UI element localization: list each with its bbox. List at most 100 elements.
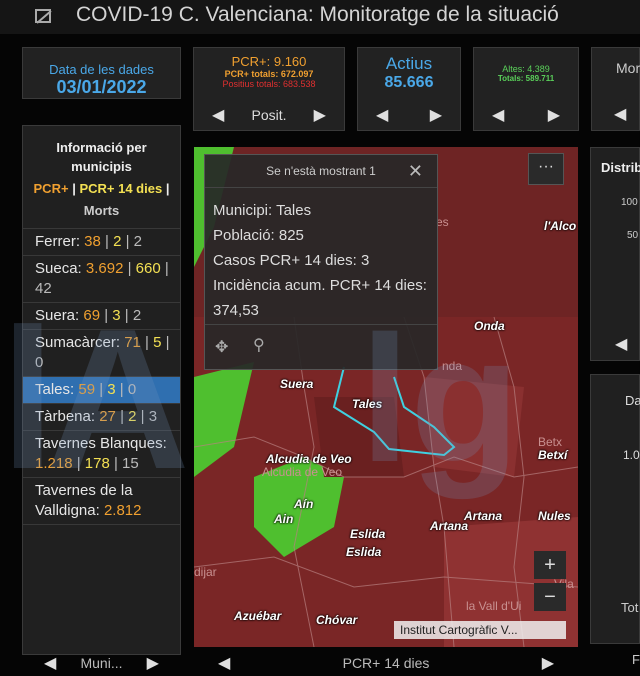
list-title: Informació per municipis [56, 140, 147, 174]
map-place-label: Alcudia de Veo [266, 452, 352, 466]
list-legend: PCR+ | PCR+ 14 dies | [23, 178, 180, 200]
pcr-count: 38 [84, 233, 101, 250]
altes-card: Altes: 4.389 Totals: 589.711 ◀ ▶ [473, 47, 579, 131]
separator: | [140, 334, 154, 351]
separator: | [123, 260, 136, 277]
map-place-label: Eslida [350, 527, 386, 541]
list-item[interactable]: Tavernes de la Valldigna: 2.812 [23, 478, 180, 525]
pcr-total: PCR+ totals: 672.097 [224, 69, 314, 79]
morts-count: 2 [132, 307, 142, 324]
separator: | [95, 381, 108, 398]
prev-arrow-icon[interactable]: ◀ [615, 334, 627, 354]
separator: | [109, 455, 123, 472]
legend-pcr: PCR+ [33, 181, 69, 196]
municipality-list: Informació per municipis PCR+ | PCR+ 14 … [22, 125, 181, 655]
next-arrow-icon[interactable]: ▶ [542, 653, 554, 673]
close-icon[interactable]: ✕ [408, 155, 423, 187]
municipality-name: Tales: [35, 381, 79, 398]
separator: | [161, 334, 170, 351]
data-title: Da [625, 393, 640, 408]
next-arrow-icon[interactable]: ▶ [314, 105, 326, 125]
list-nav-label: Muni... [80, 655, 123, 671]
map-place-label: nda [442, 359, 463, 373]
pcr-nav-label: Posit. [251, 107, 287, 123]
map-place-label: Alcudia de Veo [262, 465, 343, 479]
pcr-count: 71 [124, 334, 141, 351]
prev-arrow-icon[interactable]: ◀ [376, 105, 388, 125]
data-value: 1.0 [623, 448, 640, 462]
next-arrow-icon[interactable]: ▶ [548, 105, 560, 125]
map-place-label: Suera [280, 377, 314, 391]
list-item[interactable]: Sumacàrcer: 71 | 5 | 0 [23, 330, 180, 377]
map-place-label: Onda [474, 319, 505, 333]
prev-arrow-icon[interactable]: ◀ [218, 653, 230, 673]
positius-total: Positius totals: 683.538 [222, 79, 316, 89]
next-arrow-icon[interactable]: ▶ [430, 105, 442, 125]
map-place-label: Azuébar [234, 609, 282, 623]
prev-arrow-icon[interactable]: ◀ [212, 105, 224, 125]
list-item[interactable]: Tavernes Blanques: 1.218 | 178 | 15 [23, 431, 180, 478]
separator: | [72, 455, 85, 472]
date-value: 03/01/2022 [56, 77, 147, 97]
municipality-name: Sueca: [35, 260, 86, 277]
map-place-label: Chóvar [316, 613, 358, 627]
prev-arrow-icon[interactable]: ◀ [492, 105, 504, 125]
list-item[interactable]: Ferrer: 38 | 2 | 2 [23, 229, 180, 256]
popup-header-text: Se n'està mostrant 1 [266, 164, 376, 178]
pcr-count: 2.812 [103, 502, 142, 519]
zoom-in-button[interactable]: + [534, 551, 566, 579]
prev-arrow-icon[interactable]: ◀ [44, 653, 56, 673]
morts-count: 0 [127, 381, 137, 398]
legend-pcr14: PCR+ 14 dies [79, 181, 163, 196]
zoom-to-icon[interactable]: ⚲ [253, 335, 265, 355]
morts-count: 42 [35, 280, 52, 297]
map-menu-button[interactable]: ··· [528, 153, 564, 185]
tick-50: 50 [627, 230, 639, 241]
list-items: Ferrer: 38 | 2 | 2 Sueca: 3.692 | 660 | 4… [23, 229, 180, 525]
map-place-label: Eslida [346, 545, 382, 559]
pcr-count: 69 [83, 307, 101, 324]
list-item[interactable]: Suera: 69 | 3 | 2 [23, 303, 180, 330]
legend-morts: Morts [23, 200, 180, 229]
pcr-value: PCR+: 9.160 [231, 54, 307, 69]
zoom-out-button[interactable]: − [534, 583, 566, 611]
legend-separator: | [165, 181, 170, 196]
map-place-label: la Vall d'Ui [466, 599, 522, 613]
prev-arrow-icon[interactable]: ◀ [614, 104, 626, 124]
popup-casos: Casos PCR+ 14 dies: 3 [213, 252, 370, 269]
move-icon[interactable]: ✥ [215, 337, 228, 357]
actius-card: Actius 85.666 ◀ ▶ [357, 47, 461, 131]
map-place-label: Betxí [538, 448, 568, 462]
map-attribution: Institut Cartogràfic V... [394, 621, 566, 639]
map-place-label: Aín [294, 497, 314, 511]
total-tab[interactable]: Tot [621, 600, 638, 615]
right-nav-label: F [632, 652, 640, 667]
pcr14-count: 178 [84, 455, 110, 472]
data-panel: Da 1.0 Tot [590, 374, 640, 644]
map-place-label: l'Alco [544, 219, 577, 233]
pcr-card: PCR+: 9.160 PCR+ totals: 672.097 Positiu… [193, 47, 345, 131]
separator: | [121, 233, 134, 250]
pcr14-count: 3 [112, 307, 121, 324]
next-arrow-icon[interactable]: ▶ [147, 653, 159, 673]
morts-count: 0 [35, 354, 44, 371]
municipality-name: Ferrer: [35, 233, 85, 250]
morts-count: 15 [122, 455, 139, 472]
altes-total: Totals: 589.711 [497, 74, 555, 83]
separator: | [120, 307, 133, 324]
list-item[interactable]: Tales: 59 | 3 | 0 [23, 377, 180, 404]
pcr-count: 1.218 [35, 455, 73, 472]
map-place-label: Tales [352, 397, 383, 411]
distribution-panel: Distrib 100 50 ◀ [590, 147, 640, 361]
municipality-name: Tàrbena: [35, 408, 100, 425]
pcr-count: 59 [78, 381, 96, 398]
actius-value: 85.666 [384, 74, 434, 91]
separator: | [136, 408, 149, 425]
morts-label: Mor [616, 60, 640, 76]
popup-poblacio: Població: 825 [213, 227, 304, 244]
list-item[interactable]: Tàrbena: 27 | 2 | 3 [23, 404, 180, 431]
popup-toolbar: ✥ ⚲ [205, 324, 437, 369]
actius-label: Actius [385, 54, 433, 73]
separator: | [160, 260, 169, 277]
list-item[interactable]: Sueca: 3.692 | 660 | 42 [23, 256, 180, 303]
